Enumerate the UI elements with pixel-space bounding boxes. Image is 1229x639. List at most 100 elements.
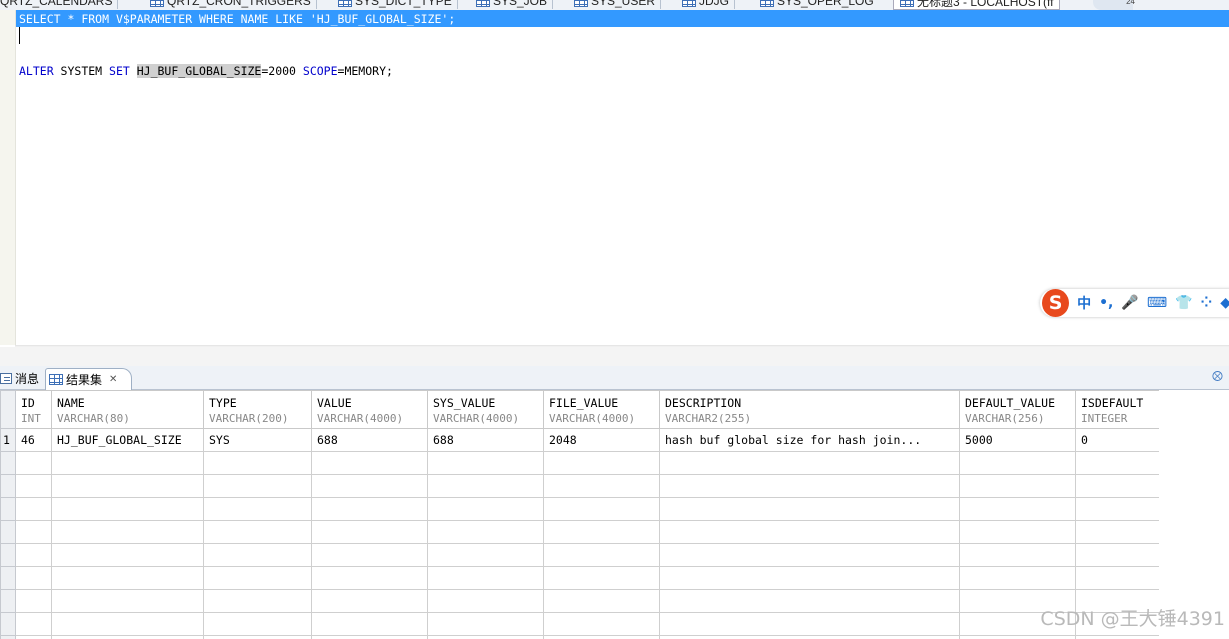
table-grid-icon (682, 0, 696, 7)
empty-row (0, 543, 1160, 567)
empty-row (0, 520, 1160, 544)
column-header-id[interactable]: ID INT (15, 390, 52, 429)
sql-editor-icon (900, 0, 914, 7)
row-number-header (0, 390, 16, 429)
cell-isdefault[interactable]: 0 (1075, 428, 1160, 452)
table-grid-icon (338, 0, 352, 7)
microphone-icon[interactable]: 🎤 (1121, 295, 1138, 311)
tab-label: QRTZ_CALENDARS (0, 0, 113, 8)
empty-row (0, 635, 1160, 639)
keyword-set: SET (109, 64, 130, 78)
tab-qrtz-calendars[interactable]: QRTZ_CALENDARS (0, 0, 119, 9)
chinese-mode-icon[interactable]: 中 (1077, 293, 1091, 313)
tab-untitled-query[interactable]: 无标题3 - LOCALHOST(ff (893, 0, 1061, 10)
tab-sys-job[interactable]: SYS_JOB (476, 0, 554, 9)
cell-type[interactable]: SYS (203, 428, 312, 452)
tab-label: SYS_USER (591, 0, 656, 8)
table-grid-icon (760, 0, 774, 7)
empty-row (0, 451, 1160, 475)
column-header-sys-value[interactable]: SYS_VALUE VARCHAR(4000) (427, 390, 544, 429)
column-name: VALUE (317, 396, 352, 410)
empty-row (0, 589, 1160, 613)
tab-sys-user[interactable]: SYS_USER (574, 0, 662, 9)
tab-label: SYS_DICT_TYPE (355, 0, 452, 8)
sql-text: NAME (233, 12, 276, 26)
editor-gutter (0, 10, 16, 345)
column-type: INT (21, 412, 41, 425)
tab-qrtz-cron-triggers[interactable]: QRTZ_CRON_TRIGGERS (150, 0, 317, 9)
table-row[interactable]: 1 46 HJ_BUF_GLOBAL_SIZE SYS 688 688 2048… (0, 428, 1160, 452)
column-header-type[interactable]: TYPE VARCHAR(200) (203, 390, 312, 429)
close-tab-icon[interactable]: ✕ (109, 374, 117, 385)
column-type: VARCHAR2(255) (665, 412, 752, 425)
keyword-where: WHERE (199, 12, 234, 26)
header-row: ID INT NAME VARCHAR(80) TYPE VARCHAR(200) V… (0, 390, 1160, 429)
column-name: TYPE (209, 396, 237, 410)
cell-name[interactable]: HJ_BUF_GLOBAL_SIZE (51, 428, 204, 452)
sql-line-alter[interactable]: ALTER SYSTEM SET HJ_BUF_GLOBAL_SIZE=2000… (19, 63, 393, 79)
sql-text: V$PARAMETER (109, 12, 200, 26)
column-header-name[interactable]: NAME VARCHAR(80) (51, 390, 204, 429)
table-grid-icon (574, 0, 588, 7)
column-header-value[interactable]: VALUE VARCHAR(4000) (311, 390, 428, 429)
cell-description[interactable]: hash buf global size for hash join... (659, 428, 960, 452)
keyword-like: LIKE (275, 12, 303, 26)
panel-divider[interactable] (0, 347, 1229, 366)
tab-sys-oper-log[interactable]: SYS_OPER_LOG (760, 0, 874, 9)
watermark: CSDN @王大锤4391 (1040, 608, 1225, 630)
cell-default-value[interactable]: 5000 (959, 428, 1076, 452)
column-header-default-value[interactable]: DEFAULT_VALUE VARCHAR(256) (959, 390, 1076, 429)
column-header-description[interactable]: DESCRIPTION VARCHAR2(255) (659, 390, 960, 429)
table-grid-icon (150, 0, 164, 7)
tab-label: JDJG (699, 0, 729, 8)
tab-overflow-count[interactable]: 24 (1126, 0, 1135, 6)
keyword-from: FROM (81, 12, 110, 26)
tab-label: SYS_OPER_LOG (777, 0, 874, 8)
tab-label: 结果集 (66, 373, 103, 387)
text-caret (19, 27, 20, 44)
cell-sys-value[interactable]: 688 (427, 428, 544, 452)
result-grid[interactable]: ID INT NAME VARCHAR(80) TYPE VARCHAR(200) V… (0, 390, 1229, 639)
ime-toolbar[interactable]: S 中 •, 🎤 ⌨ 👕 ⁘ ◆ (1040, 289, 1229, 317)
row-number[interactable]: 1 (0, 428, 16, 452)
empty-row (0, 566, 1160, 590)
column-name: ISDEFAULT (1081, 396, 1144, 410)
grid-empty-area (1159, 390, 1229, 639)
keyboard-icon[interactable]: ⌨ (1147, 295, 1167, 311)
table-grid-icon (476, 0, 490, 7)
editor-tab-strip: QRTZ_CALENDARS QRTZ_CRON_TRIGGERS SYS_DI… (0, 0, 1229, 10)
result-table: ID INT NAME VARCHAR(80) TYPE VARCHAR(200) V… (0, 390, 1160, 639)
column-name: NAME (57, 396, 85, 410)
cell-id[interactable]: 46 (15, 428, 52, 452)
tab-result-set[interactable]: 结果集 ✕ (45, 368, 133, 390)
sogou-logo-icon[interactable]: S (1042, 289, 1070, 317)
sql-line-select[interactable]: SELECT * FROM V$PARAMETER WHERE NAME LIK… (19, 11, 455, 27)
column-type: VARCHAR(256) (965, 412, 1045, 425)
sql-text: * (60, 12, 82, 26)
column-name: DESCRIPTION (665, 396, 742, 410)
tab-jdjg[interactable]: JDJG (682, 0, 735, 9)
tab-messages[interactable]: 消息 (0, 368, 39, 389)
empty-row (0, 474, 1160, 498)
column-header-file-value[interactable]: FILE_VALUE VARCHAR(4000) (543, 390, 660, 429)
column-name: ID (21, 396, 35, 410)
sql-string-literal: 'HJ_BUF_GLOBAL_SIZE'; (302, 12, 456, 26)
skin-shirt-icon[interactable]: 👕 (1175, 295, 1192, 311)
cell-value[interactable]: 688 (311, 428, 428, 452)
tab-label: 消息 (15, 372, 40, 386)
punctuation-icon[interactable]: •, (1099, 295, 1113, 311)
column-type: VARCHAR(80) (57, 412, 130, 425)
keyword-select: SELECT (19, 12, 61, 26)
keyword-alter: ALTER (19, 64, 54, 78)
more-icon[interactable]: ◆ (1220, 295, 1229, 311)
toolbox-grid-icon[interactable]: ⁘ (1200, 295, 1212, 311)
result-tabs: 消息 结果集 ✕ ⮾ (0, 366, 1229, 390)
close-panel-icon[interactable]: ⮾ (1212, 369, 1223, 385)
tab-sys-dict-type[interactable]: SYS_DICT_TYPE (338, 0, 458, 9)
cell-file-value[interactable]: 2048 (543, 428, 660, 452)
tab-label: QRTZ_CRON_TRIGGERS (167, 0, 311, 8)
table-grid-icon (49, 374, 63, 385)
column-header-isdefault[interactable]: ISDEFAULT INTEGER (1075, 390, 1160, 429)
keyword-scope: SCOPE (302, 64, 338, 78)
column-type: VARCHAR(4000) (549, 412, 636, 425)
